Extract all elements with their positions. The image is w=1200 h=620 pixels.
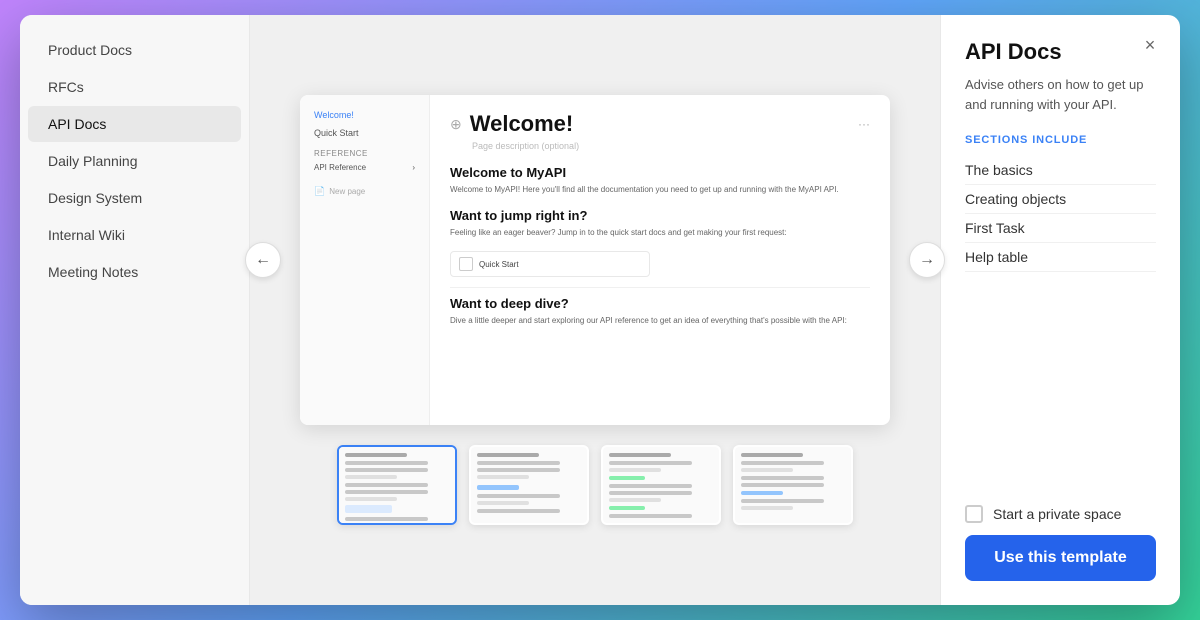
main-content: ← Welcome! Quick Start REFERENCE API Ref… (250, 15, 940, 605)
sidebar-item-daily-planning[interactable]: Daily Planning (28, 143, 241, 179)
sections-include-label: SECTIONS INCLUDE (965, 134, 1156, 146)
sidebar-item-meeting-notes[interactable]: Meeting Notes (28, 254, 241, 290)
prev-arrow[interactable]: ← (245, 242, 281, 278)
preview-section3-text: Dive a little deeper and start exploring… (450, 315, 870, 327)
preview-nav-reference-label: REFERENCE (308, 143, 421, 160)
preview-section1-title: Welcome to MyAPI (450, 165, 870, 180)
preview-menu-dots: ··· (858, 117, 870, 131)
preview-nav-new-page: 📄 New page (308, 183, 421, 200)
panel-description: Advise others on how to get up and runni… (965, 75, 1156, 114)
sidebar: Product Docs RFCs API Docs Daily Plannin… (20, 15, 250, 605)
preview-section2-title: Want to jump right in? (450, 208, 870, 223)
sidebar-item-product-docs[interactable]: Product Docs (28, 32, 241, 68)
preview-emoji: ⊕ (450, 116, 462, 133)
preview-link-icon (459, 257, 473, 271)
thumbnail-4[interactable] (733, 445, 853, 525)
preview-quick-start-link: Quick Start (450, 251, 650, 277)
private-space-checkbox[interactable] (965, 505, 983, 523)
preview-card: Welcome! Quick Start REFERENCE API Refer… (300, 95, 890, 425)
private-space-label: Start a private space (993, 506, 1121, 522)
section-item-creating-objects: Creating objects (965, 185, 1156, 214)
preview-section2-text: Feeling like an eager beaver? Jump in to… (450, 227, 870, 239)
preview-nav-welcome: Welcome! (308, 107, 421, 123)
preview-nav-quickstart: Quick Start (308, 125, 421, 141)
close-button[interactable]: × (1136, 31, 1164, 59)
preview-nav-api-reference: API Reference › (308, 160, 421, 175)
section-item-basics: The basics (965, 156, 1156, 185)
right-panel: API Docs Advise others on how to get up … (940, 15, 1180, 605)
preview-main-title: Welcome! (470, 111, 574, 137)
use-template-button[interactable]: Use this template (965, 535, 1156, 581)
thumbnail-3[interactable] (601, 445, 721, 525)
sidebar-item-api-docs[interactable]: API Docs (28, 106, 241, 142)
preview-link-text: Quick Start (479, 260, 519, 269)
preview-nav-sidebar: Welcome! Quick Start REFERENCE API Refer… (300, 95, 430, 425)
preview-section1-text: Welcome to MyAPI! Here you'll find all t… (450, 184, 870, 196)
thumbnail-2[interactable] (469, 445, 589, 525)
thumbnail-1[interactable] (337, 445, 457, 525)
preview-container: ← Welcome! Quick Start REFERENCE API Ref… (295, 95, 895, 425)
section-item-first-task: First Task (965, 214, 1156, 243)
section-item-help-table: Help table (965, 243, 1156, 272)
preview-body: ⊕ Welcome! ··· Page description (optiona… (430, 95, 890, 425)
preview-description-placeholder: Page description (optional) (450, 141, 870, 151)
sidebar-item-rfcs[interactable]: RFCs (28, 69, 241, 105)
sidebar-item-design-system[interactable]: Design System (28, 180, 241, 216)
next-arrow[interactable]: → (909, 242, 945, 278)
panel-title: API Docs (965, 39, 1156, 65)
sidebar-item-internal-wiki[interactable]: Internal Wiki (28, 217, 241, 253)
thumbnails-row (337, 445, 853, 525)
private-space-row: Start a private space (965, 505, 1156, 523)
template-modal: × Product Docs RFCs API Docs Daily Plann… (20, 15, 1180, 605)
preview-title-bar: ⊕ Welcome! ··· (450, 111, 870, 137)
preview-divider (450, 287, 870, 288)
preview-section3-title: Want to deep dive? (450, 296, 870, 311)
